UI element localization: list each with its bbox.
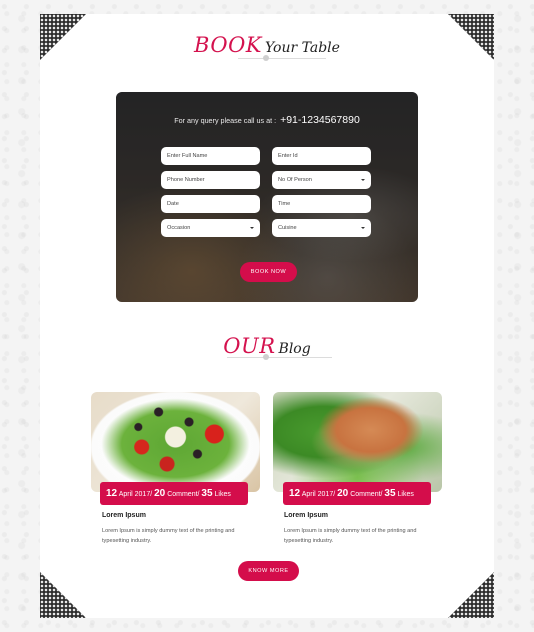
book-now-button[interactable]: BOOK NOW [240, 262, 297, 282]
book-title-sub: Your Table [265, 40, 340, 56]
phone-number: +91-1234567890 [280, 114, 360, 126]
post-2-meta-bar: 12 April 2017/ 20 Comment/ 35 Likes [283, 482, 431, 505]
time-input[interactable]: Time [272, 195, 371, 213]
blog-title-divider-dot [263, 354, 269, 360]
dropdown-caret-icon [361, 227, 365, 229]
dropdown-caret-icon [250, 227, 254, 229]
post-1-likes-count: 35 [201, 488, 213, 499]
post-2-likes-count: 35 [384, 488, 396, 499]
query-text: For any query please call us at : [174, 116, 277, 125]
post-2-month-year: April 2017 [301, 491, 334, 498]
post-1-comments-label: Comment [167, 491, 198, 498]
date-placeholder: Date [167, 201, 179, 207]
post-1-meta-bar: 12 April 2017/ 20 Comment/ 35 Likes [100, 482, 248, 505]
cuisine-value: Cuisine [278, 225, 297, 231]
book-title-divider-dot [263, 55, 269, 61]
book-section-title: BOOK Your Table [0, 33, 534, 57]
dropdown-caret-icon [361, 179, 365, 181]
post-2-day: 12 [289, 488, 301, 499]
post-2-title[interactable]: Lorem Ipsum [284, 512, 328, 519]
book-title-divider [238, 58, 326, 59]
post-1-excerpt: Lorem Ipsum is simply dummy text of the … [102, 528, 235, 544]
booking-form-panel: For any query please call us at : +91-12… [116, 92, 418, 302]
email-placeholder: Enter Id [278, 153, 298, 159]
post-2-comments-label: Comment [350, 491, 381, 498]
blog-title-divider [227, 357, 332, 358]
time-placeholder: Time [278, 201, 291, 207]
know-more-button[interactable]: KNOW MORE [238, 561, 299, 581]
date-input[interactable]: Date [161, 195, 260, 213]
phone-placeholder: Phone Number [167, 177, 205, 183]
post-1-title[interactable]: Lorem Ipsum [102, 512, 146, 519]
persons-value: No Of Person [278, 177, 312, 183]
post-1-comments-count: 20 [154, 488, 166, 499]
book-title-main: BOOK [194, 33, 262, 57]
persons-select[interactable]: No Of Person [272, 171, 371, 189]
cuisine-select[interactable]: Cuisine [272, 219, 371, 237]
grilled-chicken-photo[interactable] [273, 392, 442, 492]
query-line: For any query please call us at : +91-12… [116, 114, 418, 126]
post-1-likes-label: Likes [214, 491, 231, 498]
occasion-value: Occasion [167, 225, 191, 231]
post-2-comments-count: 20 [337, 488, 349, 499]
phone-input[interactable]: Phone Number [161, 171, 260, 189]
post-2-likes-label: Likes [397, 491, 414, 498]
occasion-select[interactable]: Occasion [161, 219, 260, 237]
post-1-month-year: April 2017 [118, 491, 151, 498]
email-input[interactable]: Enter Id [272, 147, 371, 165]
full-name-input[interactable]: Enter Full Name [161, 147, 260, 165]
salad-photo[interactable] [91, 392, 260, 492]
full-name-placeholder: Enter Full Name [167, 153, 208, 159]
blog-title-sub: Blog [278, 341, 311, 357]
post-1-day: 12 [106, 488, 118, 499]
post-2-excerpt: Lorem Ipsum is simply dummy text of the … [284, 528, 417, 544]
